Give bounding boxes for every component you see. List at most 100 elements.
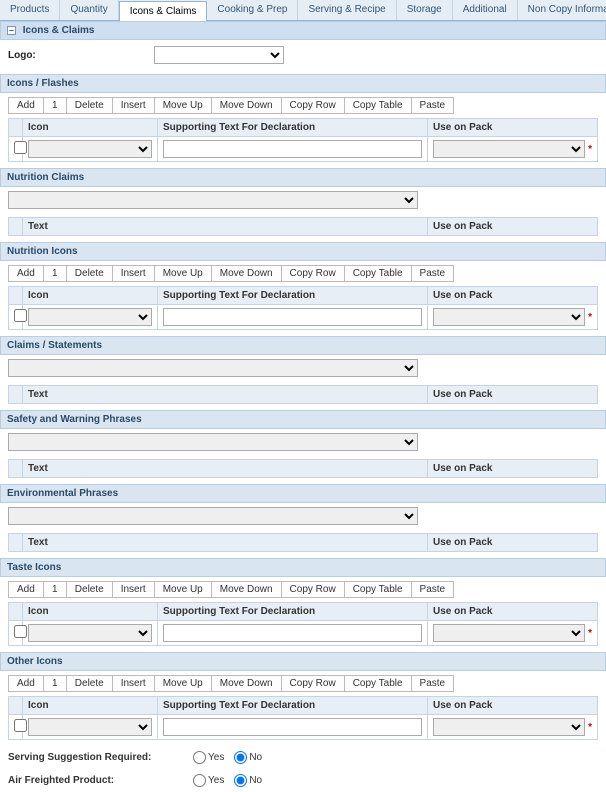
col-support: Supporting Text For Declaration bbox=[158, 287, 428, 305]
table-row: * bbox=[9, 715, 598, 740]
section-main-title: Icons & Claims bbox=[23, 25, 95, 36]
row-count[interactable]: 1 bbox=[43, 581, 67, 598]
claims-header: Text Use on Pack bbox=[8, 385, 598, 404]
col-support: Supporting Text For Declaration bbox=[158, 603, 428, 621]
movedown-button[interactable]: Move Down bbox=[211, 581, 282, 598]
use-select[interactable] bbox=[433, 718, 585, 736]
col-check bbox=[9, 603, 23, 621]
delete-button[interactable]: Delete bbox=[66, 265, 113, 282]
section-nutrition-icons: Nutrition Icons bbox=[0, 242, 606, 261]
moveup-button[interactable]: Move Up bbox=[154, 265, 212, 282]
tab-cooking[interactable]: Cooking & Prep bbox=[207, 0, 298, 20]
moveup-button[interactable]: Move Up bbox=[154, 581, 212, 598]
movedown-button[interactable]: Move Down bbox=[211, 265, 282, 282]
tab-products[interactable]: Products bbox=[0, 0, 60, 20]
row-checkbox[interactable] bbox=[14, 309, 27, 322]
add-button[interactable]: Add bbox=[8, 265, 44, 282]
support-input[interactable] bbox=[163, 308, 422, 326]
moveup-button[interactable]: Move Up bbox=[154, 675, 212, 692]
col-use: Use on Pack bbox=[428, 603, 598, 621]
copyrow-button[interactable]: Copy Row bbox=[281, 581, 345, 598]
tab-serving[interactable]: Serving & Recipe bbox=[298, 0, 396, 20]
row-checkbox[interactable] bbox=[14, 625, 27, 638]
use-select[interactable] bbox=[433, 140, 585, 158]
tab-icons-claims[interactable]: Icons & Claims bbox=[119, 1, 208, 21]
serving-no[interactable]: No bbox=[234, 751, 262, 764]
copytable-button[interactable]: Copy Table bbox=[344, 581, 412, 598]
icon-select[interactable] bbox=[28, 624, 152, 642]
icon-select[interactable] bbox=[28, 718, 152, 736]
section-env: Environmental Phrases bbox=[0, 484, 606, 503]
other-table: Icon Supporting Text For Declaration Use… bbox=[8, 696, 598, 740]
col-check bbox=[9, 697, 23, 715]
icon-select[interactable] bbox=[28, 308, 152, 326]
row-checkbox[interactable] bbox=[14, 719, 27, 732]
icons-flashes-table: Icon Supporting Text For Declaration Use… bbox=[8, 118, 598, 162]
row-count[interactable]: 1 bbox=[43, 675, 67, 692]
copyrow-button[interactable]: Copy Row bbox=[281, 265, 345, 282]
paste-button[interactable]: Paste bbox=[411, 265, 455, 282]
toolbar-other: Add 1 Delete Insert Move Up Move Down Co… bbox=[0, 671, 606, 696]
row-checkbox[interactable] bbox=[14, 141, 27, 154]
air-yes[interactable]: Yes bbox=[193, 774, 224, 787]
movedown-button[interactable]: Move Down bbox=[211, 675, 282, 692]
nutrition-claims-header: Text Use on Pack bbox=[8, 217, 598, 236]
use-select[interactable] bbox=[433, 624, 585, 642]
row-count[interactable]: 1 bbox=[43, 265, 67, 282]
insert-button[interactable]: Insert bbox=[112, 265, 155, 282]
add-button[interactable]: Add bbox=[8, 581, 44, 598]
paste-button[interactable]: Paste bbox=[411, 581, 455, 598]
movedown-button[interactable]: Move Down bbox=[211, 97, 282, 114]
copyrow-button[interactable]: Copy Row bbox=[281, 675, 345, 692]
copytable-button[interactable]: Copy Table bbox=[344, 265, 412, 282]
safety-select[interactable] bbox=[8, 433, 418, 451]
add-button[interactable]: Add bbox=[8, 97, 44, 114]
copytable-button[interactable]: Copy Table bbox=[344, 97, 412, 114]
insert-button[interactable]: Insert bbox=[112, 581, 155, 598]
tab-additional[interactable]: Additional bbox=[453, 0, 518, 20]
claims-select[interactable] bbox=[8, 359, 418, 377]
row-count[interactable]: 1 bbox=[43, 97, 67, 114]
support-input[interactable] bbox=[163, 140, 422, 158]
col-text: Text bbox=[23, 218, 428, 236]
insert-button[interactable]: Insert bbox=[112, 675, 155, 692]
collapse-icon[interactable]: − bbox=[7, 26, 16, 35]
tab-quantity[interactable]: Quantity bbox=[60, 0, 118, 20]
support-input[interactable] bbox=[163, 718, 422, 736]
support-input[interactable] bbox=[163, 624, 422, 642]
section-main: − Icons & Claims bbox=[0, 21, 606, 40]
col-use: Use on Pack bbox=[428, 697, 598, 715]
delete-button[interactable]: Delete bbox=[66, 675, 113, 692]
col-use: Use on Pack bbox=[428, 218, 598, 236]
moveup-button[interactable]: Move Up bbox=[154, 97, 212, 114]
tab-storage[interactable]: Storage bbox=[397, 0, 453, 20]
nutrition-claims-select[interactable] bbox=[8, 191, 418, 209]
col-support: Supporting Text For Declaration bbox=[158, 119, 428, 137]
delete-button[interactable]: Delete bbox=[66, 97, 113, 114]
insert-button[interactable]: Insert bbox=[112, 97, 155, 114]
paste-button[interactable]: Paste bbox=[411, 675, 455, 692]
air-freighted-row: Air Freighted Product: Yes No bbox=[0, 769, 606, 792]
env-select[interactable] bbox=[8, 507, 418, 525]
col-icon: Icon bbox=[23, 119, 158, 137]
air-no[interactable]: No bbox=[234, 774, 262, 787]
delete-button[interactable]: Delete bbox=[66, 581, 113, 598]
env-header: Text Use on Pack bbox=[8, 533, 598, 552]
serving-yes[interactable]: Yes bbox=[193, 751, 224, 764]
tab-noncopy[interactable]: Non Copy Information bbox=[518, 0, 606, 20]
logo-select[interactable] bbox=[154, 46, 284, 64]
icon-select[interactable] bbox=[28, 140, 152, 158]
serving-suggestion-row: Serving Suggestion Required: Yes No bbox=[0, 746, 606, 769]
col-use: Use on Pack bbox=[428, 460, 598, 478]
col-check bbox=[9, 119, 23, 137]
use-select[interactable] bbox=[433, 308, 585, 326]
table-row: * bbox=[9, 621, 598, 646]
paste-button[interactable]: Paste bbox=[411, 97, 455, 114]
section-safety: Safety and Warning Phrases bbox=[0, 410, 606, 429]
copyrow-button[interactable]: Copy Row bbox=[281, 97, 345, 114]
table-row: * bbox=[9, 305, 598, 330]
add-button[interactable]: Add bbox=[8, 675, 44, 692]
copytable-button[interactable]: Copy Table bbox=[344, 675, 412, 692]
col-check bbox=[9, 287, 23, 305]
col-icon: Icon bbox=[23, 287, 158, 305]
